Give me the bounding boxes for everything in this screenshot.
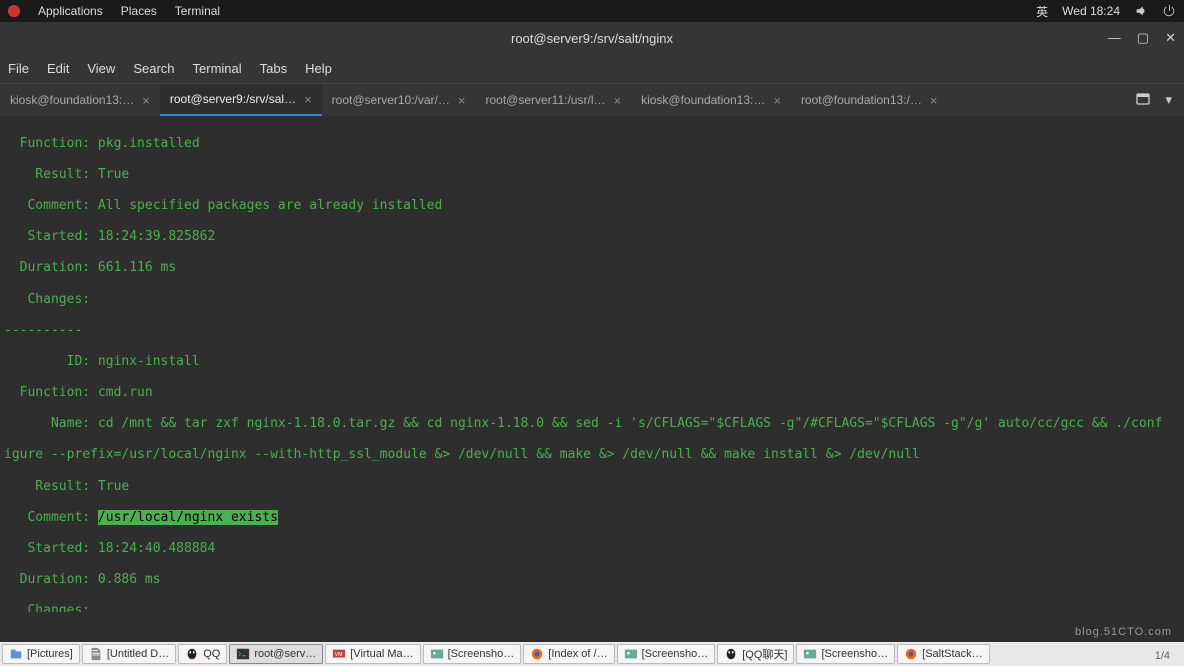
terminal-icon [236, 647, 250, 661]
gnome-top-panel: Applications Places Terminal 英 Wed 18:24 [0, 0, 1184, 22]
task-label: [Screensho… [642, 648, 709, 660]
term-line: Function: pkg.installed [4, 136, 1180, 152]
task-label: [Pictures] [27, 648, 73, 660]
menu-tabs[interactable]: Tabs [260, 61, 287, 76]
folder-icon [9, 647, 23, 661]
tab-5[interactable]: root@foundation13:/… × [791, 84, 948, 116]
watermark: blog.51CTO.com [1075, 626, 1172, 638]
places-menu[interactable]: Places [121, 4, 157, 18]
term-line: Started: 18:24:40.488884 [4, 541, 1180, 557]
applications-menu[interactable]: Applications [38, 4, 103, 18]
qq-icon [724, 647, 738, 661]
terminal-tabs: kiosk@foundation13:… × root@server9:/srv/… [0, 84, 1184, 116]
image-icon [803, 647, 817, 661]
task-pictures[interactable]: [Pictures] [2, 644, 80, 664]
terminal-menu[interactable]: Terminal [175, 4, 220, 18]
menu-terminal[interactable]: Terminal [193, 61, 242, 76]
term-line: Duration: 0.886 ms [4, 572, 1180, 588]
term-line: ---------- [4, 323, 1180, 339]
firefox-icon [530, 647, 544, 661]
close-icon[interactable]: × [458, 93, 466, 108]
new-tab-square-icon[interactable] [1135, 91, 1151, 110]
term-line: Result: True [4, 479, 1180, 495]
tab-label: root@server11:/usr/l… [485, 93, 605, 107]
task-label: [QQ聊天] [742, 646, 787, 662]
clock[interactable]: Wed 18:24 [1062, 4, 1120, 18]
term-line: Result: True [4, 167, 1180, 183]
tabs-menu-chevron-icon[interactable]: ▾ [1165, 92, 1172, 108]
activities-icon[interactable] [8, 5, 20, 17]
volume-icon[interactable] [1134, 4, 1148, 18]
tab-1[interactable]: root@server9:/srv/sal… × [160, 84, 322, 116]
term-line: Started: 18:24:39.825862 [4, 229, 1180, 245]
task-label: QQ [203, 648, 220, 660]
image-icon [624, 647, 638, 661]
menu-edit[interactable]: Edit [47, 61, 69, 76]
svg-text:VM: VM [335, 652, 343, 658]
term-line: Comment: /usr/local/nginx exists [4, 510, 1180, 526]
term-line: Comment: All specified packages are alre… [4, 198, 1180, 214]
tab-4[interactable]: kiosk@foundation13:… × [631, 84, 791, 116]
window-titlebar: root@server9:/srv/salt/nginx — ▢ ✕ [0, 22, 1184, 54]
term-line: Changes: [4, 603, 1180, 612]
term-line: Changes: [4, 292, 1180, 308]
task-label: [Virtual Ma… [350, 648, 413, 660]
tab-label: kiosk@foundation13:… [641, 93, 765, 107]
term-line: Function: cmd.run [4, 385, 1180, 401]
close-icon[interactable]: × [930, 93, 938, 108]
minimize-button[interactable]: — [1108, 30, 1121, 46]
task-label: root@serv… [254, 648, 316, 660]
tab-2[interactable]: root@server10:/var/… × [322, 84, 476, 116]
menu-search[interactable]: Search [133, 61, 174, 76]
close-button[interactable]: ✕ [1165, 30, 1176, 46]
task-firefox-1[interactable]: [Index of /… [523, 644, 614, 664]
tab-label: root@foundation13:/… [801, 93, 922, 107]
term-line: Name: cd /mnt && tar zxf nginx-1.18.0.ta… [4, 416, 1180, 432]
task-vm[interactable]: VM [Virtual Ma… [325, 644, 420, 664]
close-icon[interactable]: × [773, 93, 781, 108]
task-qq[interactable]: QQ [178, 644, 227, 664]
window-title: root@server9:/srv/salt/nginx [511, 31, 673, 46]
menu-help[interactable]: Help [305, 61, 332, 76]
page-number: 1/4 [1155, 650, 1170, 662]
document-icon [89, 647, 103, 661]
task-label: [Index of /… [548, 648, 607, 660]
term-line: igure --prefix=/usr/local/nginx --with-h… [4, 447, 1180, 463]
maximize-button[interactable]: ▢ [1137, 30, 1149, 46]
task-label: [Screensho… [821, 648, 888, 660]
image-icon [430, 647, 444, 661]
task-qq-chat[interactable]: [QQ聊天] [717, 644, 794, 664]
tab-label: root@server10:/var/… [332, 93, 450, 107]
tab-label: root@server9:/srv/sal… [170, 92, 296, 106]
task-label: [SaltStack… [922, 648, 983, 660]
power-icon[interactable] [1162, 4, 1176, 18]
task-untitled[interactable]: [Untitled D… [82, 644, 176, 664]
term-line: ID: nginx-install [4, 354, 1180, 370]
task-screenshot-2[interactable]: [Screensho… [617, 644, 716, 664]
close-icon[interactable]: × [142, 93, 150, 108]
terminal-menubar: File Edit View Search Terminal Tabs Help [0, 54, 1184, 84]
task-firefox-2[interactable]: [SaltStack… [897, 644, 990, 664]
qq-icon [185, 647, 199, 661]
task-screenshot-1[interactable]: [Screensho… [423, 644, 522, 664]
ime-indicator[interactable]: 英 [1036, 3, 1048, 20]
tab-3[interactable]: root@server11:/usr/l… × [475, 84, 631, 116]
bottom-taskbar: [Pictures] [Untitled D… QQ root@serv… VM… [0, 642, 1184, 666]
menu-file[interactable]: File [8, 61, 29, 76]
task-label: [Screensho… [448, 648, 515, 660]
close-icon[interactable]: × [304, 92, 312, 107]
task-terminal[interactable]: root@serv… [229, 644, 323, 664]
task-label: [Untitled D… [107, 648, 169, 660]
menu-view[interactable]: View [87, 61, 115, 76]
close-icon[interactable]: × [613, 93, 621, 108]
firefox-icon [904, 647, 918, 661]
tab-label: kiosk@foundation13:… [10, 93, 134, 107]
tab-0[interactable]: kiosk@foundation13:… × [0, 84, 160, 116]
term-line: Duration: 661.116 ms [4, 260, 1180, 276]
vm-icon: VM [332, 647, 346, 661]
task-screenshot-3[interactable]: [Screensho… [796, 644, 895, 664]
terminal-output[interactable]: Function: pkg.installed Result: True Com… [0, 116, 1184, 612]
